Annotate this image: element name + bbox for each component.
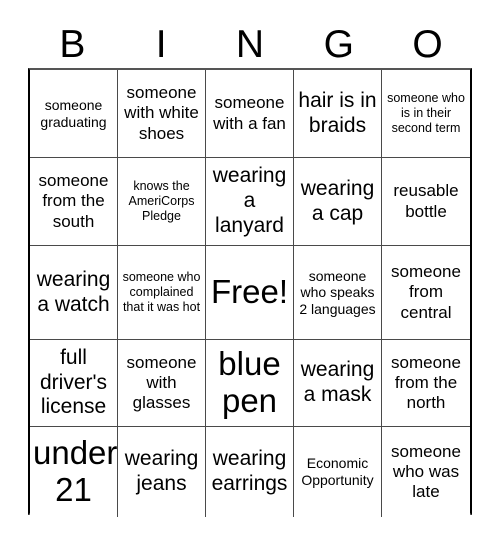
bingo-square[interactable]: wearing a cap xyxy=(294,158,382,246)
bingo-square-label: full driver's license xyxy=(39,345,108,419)
bingo-square-label: someone with white shoes xyxy=(124,83,199,143)
bingo-square-label: someone from the north xyxy=(391,352,461,413)
bingo-header-letter-n: N xyxy=(235,22,265,66)
bingo-square[interactable]: wearing jeans xyxy=(118,427,206,517)
bingo-square[interactable]: knows the AmeriCorps Pledge xyxy=(118,158,206,246)
bingo-square-label: Economic Opportunity xyxy=(301,455,374,488)
bingo-square[interactable]: wearing a mask xyxy=(294,340,382,427)
bingo-square[interactable]: someone who speaks 2 languages xyxy=(294,246,382,340)
bingo-square[interactable]: someone with a fan xyxy=(206,70,294,158)
bingo-square[interactable]: Economic Opportunity xyxy=(294,427,382,517)
bingo-square-label: blue pen xyxy=(218,345,281,419)
bingo-square-label: someone from central xyxy=(391,262,461,322)
bingo-square-label: someone who is in their second term xyxy=(387,91,465,135)
bingo-square-label: someone with a fan xyxy=(213,93,286,133)
bingo-square-label: wearing a cap xyxy=(300,176,375,225)
bingo-square[interactable]: reusable bottle xyxy=(382,158,470,246)
bingo-square-label: reusable bottle xyxy=(393,181,459,221)
bingo-square[interactable]: blue pen xyxy=(206,340,294,427)
bingo-square-label: someone graduating xyxy=(40,96,107,130)
bingo-square[interactable]: someone who is in their second term xyxy=(382,70,470,158)
bingo-header-letter-b: B xyxy=(59,22,86,66)
bingo-card: B I N G O someone graduating someone with whi… xyxy=(0,0,500,544)
bingo-square-label: under 21 xyxy=(33,434,118,508)
bingo-square[interactable]: someone from the north xyxy=(382,340,470,427)
bingo-square-label: someone who speaks 2 languages xyxy=(299,267,376,317)
bingo-grid: someone graduating someone with white sho… xyxy=(28,68,472,517)
bingo-square[interactable]: under 21 xyxy=(30,427,118,517)
bingo-square-label: wearing a lanyard xyxy=(212,164,287,237)
bingo-square[interactable]: someone with glasses xyxy=(118,340,206,427)
bingo-square-label: someone who was late xyxy=(391,441,461,502)
bingo-square-label: Free! xyxy=(210,273,289,311)
bingo-square-label: someone with glasses xyxy=(126,352,197,413)
bingo-square-label: wearing a watch xyxy=(36,267,111,316)
bingo-square[interactable]: someone from the south xyxy=(30,158,118,246)
bingo-square[interactable]: wearing a lanyard xyxy=(206,158,294,246)
bingo-header-letter-o: O xyxy=(412,22,443,66)
bingo-square-label: knows the AmeriCorps Pledge xyxy=(128,179,195,223)
bingo-square[interactable]: wearing a watch xyxy=(30,246,118,340)
bingo-square-label: hair is in braids xyxy=(298,88,377,137)
bingo-square-label: someone who complained that it was hot xyxy=(122,270,201,314)
bingo-square[interactable]: hair is in braids xyxy=(294,70,382,158)
bingo-free-space[interactable]: Free! xyxy=(206,246,294,340)
bingo-header-row: BINGO xyxy=(28,20,472,68)
bingo-square[interactable]: wearing earrings xyxy=(206,427,294,517)
bingo-square[interactable]: someone who was late xyxy=(382,427,470,517)
bingo-square-label: someone from the south xyxy=(38,171,109,231)
bingo-square[interactable]: someone graduating xyxy=(30,70,118,158)
bingo-header-letter-i: I xyxy=(155,22,167,66)
bingo-square[interactable]: full driver's license xyxy=(30,340,118,427)
bingo-square[interactable]: someone with white shoes xyxy=(118,70,206,158)
bingo-square-label: wearing earrings xyxy=(211,447,288,495)
bingo-header-letter-g: G xyxy=(323,22,354,66)
bingo-square[interactable]: someone who complained that it was hot xyxy=(118,246,206,340)
bingo-square-label: wearing a mask xyxy=(300,358,375,406)
bingo-square[interactable]: someone from central xyxy=(382,246,470,340)
bingo-square-label: wearing jeans xyxy=(124,447,199,495)
